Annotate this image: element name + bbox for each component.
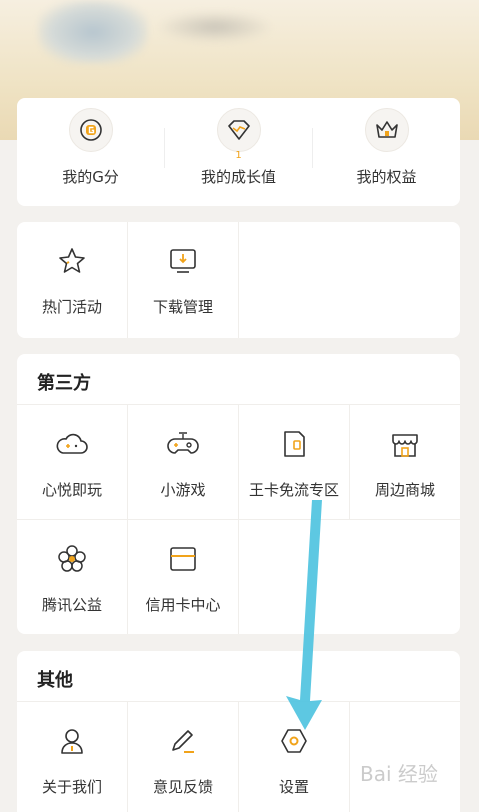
- divider: [127, 702, 128, 812]
- settings-button[interactable]: 设置: [239, 702, 349, 812]
- feedback-label: 意见反馈: [152, 778, 213, 796]
- pencil-icon: [166, 724, 200, 758]
- divider: [238, 222, 239, 338]
- username-blurred: [160, 12, 270, 42]
- divider: [127, 405, 128, 634]
- growth-value-entry[interactable]: 1 我的成长值: [165, 98, 312, 206]
- download-manager-label: 下载管理: [152, 298, 213, 316]
- cloud-gamepad-icon: [55, 427, 89, 461]
- merch-store-button[interactable]: 周边商城: [350, 405, 460, 520]
- mini-games-label: 小游戏: [160, 481, 206, 499]
- tencent-charity-label: 腾讯公益: [41, 596, 102, 614]
- king-card-zone-button[interactable]: 王卡免流专区: [239, 405, 349, 520]
- third-party-card: 第三方 心悦即玩 小游戏 王卡免流专区 周边商城 腾讯公益 信用卡中心: [17, 354, 460, 634]
- merch-store-label: 周边商城: [374, 481, 435, 499]
- stats-card: 我的G分 1 我的成长值 我的权益: [17, 98, 460, 206]
- rights-entry[interactable]: 我的权益: [313, 98, 460, 206]
- sim-card-icon: [277, 427, 311, 461]
- divider: [349, 702, 350, 812]
- divider: [238, 702, 239, 812]
- tools-card: 热门活动 下载管理: [17, 222, 460, 338]
- avatar[interactable]: [38, 0, 148, 64]
- download-manager-button[interactable]: 下载管理: [128, 222, 238, 337]
- settings-label: 设置: [278, 778, 309, 796]
- star-icon: [55, 244, 89, 278]
- divider: [238, 405, 239, 634]
- credit-card-center-button[interactable]: 信用卡中心: [128, 520, 238, 635]
- credit-card-icon: [166, 542, 200, 576]
- g-score-entry[interactable]: 我的G分: [17, 98, 164, 206]
- crown-icon: [364, 108, 409, 152]
- mini-games-button[interactable]: 小游戏: [128, 405, 238, 520]
- about-person-icon: [55, 724, 89, 758]
- store-icon: [388, 427, 422, 461]
- flower-icon: [55, 542, 89, 576]
- hot-activities-button[interactable]: 热门活动: [17, 222, 127, 337]
- watermark: Bai 经验: [360, 762, 438, 786]
- credit-card-center-label: 信用卡中心: [145, 596, 221, 614]
- hexagon-settings-icon: [277, 724, 311, 758]
- tencent-charity-button[interactable]: 腾讯公益: [17, 520, 127, 635]
- download-monitor-icon: [166, 244, 200, 278]
- growth-badge: 1: [235, 150, 242, 161]
- xinyue-play-label: 心悦即玩: [41, 481, 102, 499]
- xinyue-play-button[interactable]: 心悦即玩: [17, 405, 127, 520]
- g-score-icon: [68, 108, 113, 152]
- section-title-other: 其他: [37, 670, 73, 691]
- feedback-button[interactable]: 意见反馈: [128, 702, 238, 812]
- about-us-label: 关于我们: [41, 778, 102, 796]
- section-title-third-party: 第三方: [37, 373, 91, 394]
- diamond-growth-icon: [216, 108, 261, 152]
- about-us-button[interactable]: 关于我们: [17, 702, 127, 812]
- gamepad-icon: [166, 427, 200, 461]
- g-score-label: 我的G分: [62, 168, 119, 186]
- king-card-zone-label: 王卡免流专区: [248, 481, 339, 499]
- divider: [349, 405, 350, 519]
- growth-value-label: 我的成长值: [200, 168, 276, 186]
- rights-label: 我的权益: [356, 168, 417, 186]
- hot-activities-label: 热门活动: [41, 298, 102, 316]
